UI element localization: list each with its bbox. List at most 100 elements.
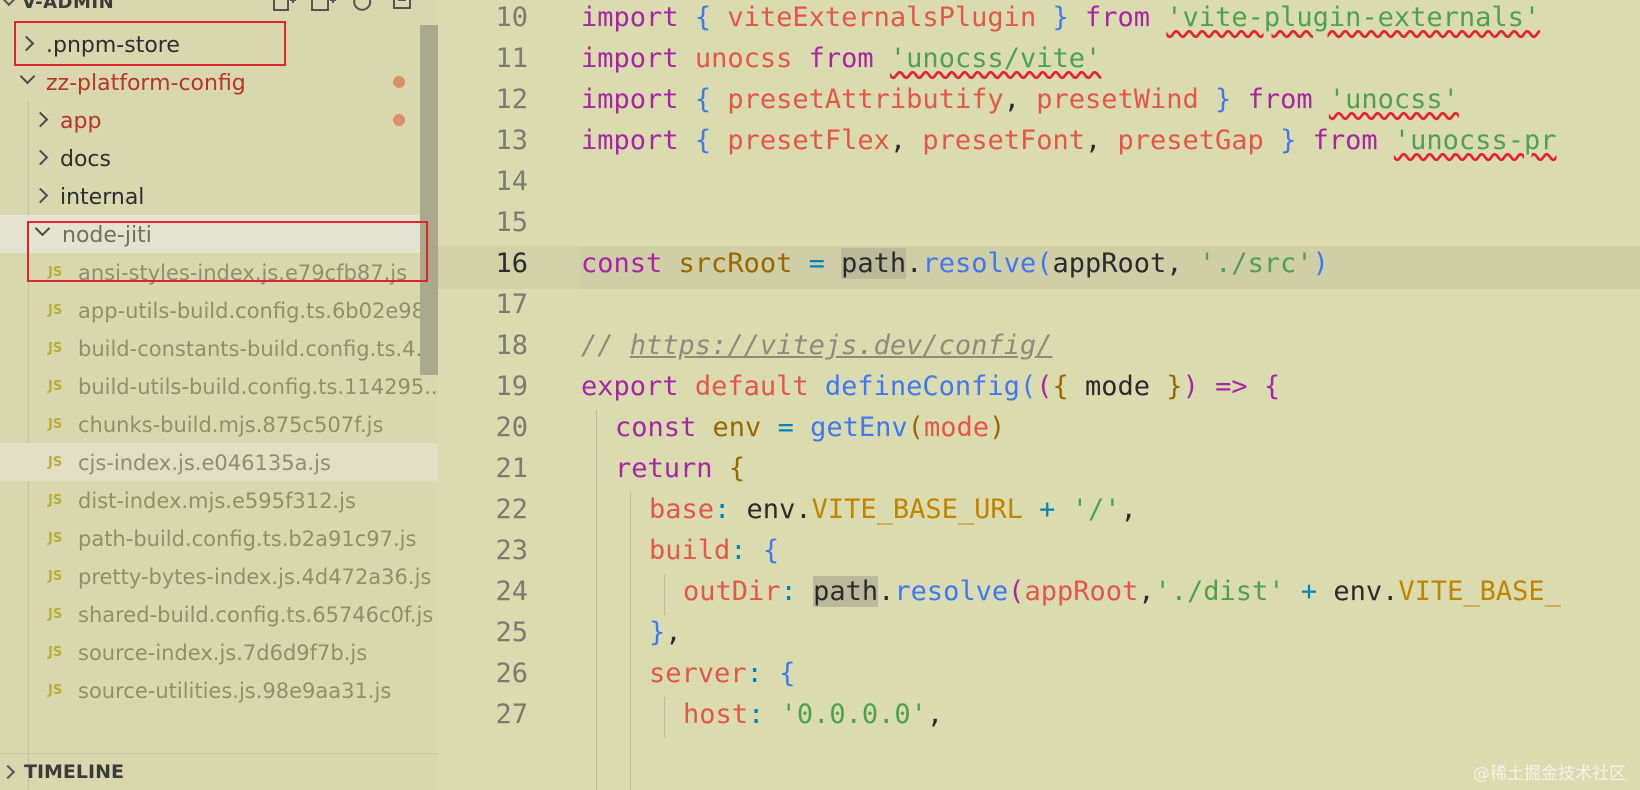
- line-number: 26: [495, 658, 528, 689]
- file-label: dist-index.mjs.e595f312.js: [78, 489, 356, 513]
- js-file-icon: JS: [48, 303, 63, 318]
- watermark: @稀土掘金技术社区: [1473, 764, 1626, 784]
- folder-label: internal: [60, 185, 145, 210]
- line-number: 11: [495, 43, 528, 74]
- chevron-right-icon[interactable]: [0, 764, 16, 780]
- code-line-current: 16 const srcRoot = path.resolve(appRoot,…: [438, 246, 1640, 289]
- folder-label: app: [60, 109, 102, 134]
- code-editor[interactable]: 10 import { viteExternalsPlugin } from '…: [438, 0, 1640, 790]
- timeline-title: TIMELINE: [24, 761, 124, 783]
- file-label: app-utils-build.config.ts.6b02e98...: [78, 299, 438, 323]
- file-label: build-utils-build.config.ts.114295...: [78, 375, 438, 399]
- code-text: import { presetFlex, presetFont, presetG…: [581, 125, 1557, 156]
- chevron-down-icon[interactable]: [1, 0, 17, 7]
- line-number: 19: [495, 371, 528, 402]
- line-number: 23: [495, 535, 528, 566]
- js-file-icon: JS: [48, 531, 63, 546]
- modified-dot-icon: [393, 76, 405, 88]
- line-number: 17: [495, 289, 528, 320]
- new-file-icon[interactable]: [270, 0, 296, 14]
- code-line: 18 // https://vitejs.dev/config/: [438, 328, 1640, 371]
- chevron-right-icon[interactable]: [32, 149, 49, 166]
- annotation-box-node-jiti: [27, 221, 428, 282]
- tree-file[interactable]: JS source-utilities.js.98e9aa31.js: [0, 671, 438, 709]
- code-text: outDir: path.resolve(appRoot,'./dist' + …: [683, 576, 1561, 607]
- indent-guide: [596, 410, 597, 790]
- refresh-icon[interactable]: [350, 0, 376, 14]
- file-label: cjs-index.js.e046135a.js: [78, 451, 331, 475]
- file-label: source-index.js.7d6d9f7b.js: [78, 641, 368, 665]
- code-text: build: {: [649, 535, 780, 566]
- line-number: 20: [495, 412, 528, 443]
- code-line: 25 },: [438, 615, 1640, 658]
- code-text: base: env.VITE_BASE_URL + '/',: [649, 494, 1137, 525]
- code-line: 17: [438, 287, 1640, 330]
- code-line: 20 const env = getEnv(mode): [438, 410, 1640, 453]
- line-number: 24: [495, 576, 528, 607]
- chevron-right-icon[interactable]: [32, 111, 49, 128]
- tree-folder-docs[interactable]: docs: [0, 139, 438, 177]
- tree-file[interactable]: JS source-index.js.7d6d9f7b.js: [0, 633, 438, 671]
- tree-file[interactable]: JS pretty-bytes-index.js.4d472a36.js: [0, 557, 438, 595]
- line-number: 22: [495, 494, 528, 525]
- code-text: import { presetAttributify, presetWind }…: [581, 84, 1459, 115]
- code-line: 10 import { viteExternalsPlugin } from '…: [438, 0, 1640, 43]
- folder-label: docs: [60, 147, 111, 172]
- tree-file[interactable]: JS chunks-build.mjs.875c507f.js: [0, 405, 438, 443]
- js-file-icon: JS: [48, 379, 63, 394]
- tree-file[interactable]: JS dist-index.mjs.e595f312.js: [0, 481, 438, 519]
- comment-link[interactable]: https://vitejs.dev/config/: [630, 330, 1053, 361]
- chevron-down-icon[interactable]: [19, 68, 36, 85]
- indent-guide: [664, 697, 665, 738]
- code-text: const srcRoot = path.resolve(appRoot, '.…: [581, 248, 1329, 279]
- code-text: import { viteExternalsPlugin } from 'vit…: [581, 2, 1541, 33]
- js-file-icon: JS: [48, 645, 63, 660]
- tree-file[interactable]: JS path-build.config.ts.b2a91c97.js: [0, 519, 438, 557]
- code-text: const env = getEnv(mode): [615, 412, 1006, 443]
- timeline-section[interactable]: TIMELINE: [0, 753, 438, 790]
- tree-file[interactable]: JS build-utils-build.config.ts.114295...: [0, 367, 438, 405]
- code-comment: // https://vitejs.dev/config/: [581, 330, 1053, 361]
- new-folder-icon[interactable]: [310, 0, 336, 14]
- code-text: host: '0.0.0.0',: [683, 699, 944, 730]
- code-text: },: [649, 617, 682, 648]
- line-number: 18: [495, 330, 528, 361]
- folder-label: zz-platform-config: [46, 71, 246, 96]
- tree-file[interactable]: JS build-constants-build.config.ts.4...: [0, 329, 438, 367]
- file-label: path-build.config.ts.b2a91c97.js: [78, 527, 417, 551]
- tree-file[interactable]: JS cjs-index.js.e046135a.js: [0, 443, 438, 481]
- collapse-all-icon[interactable]: [390, 0, 416, 14]
- indent-guide: [664, 574, 665, 615]
- line-number: 25: [495, 617, 528, 648]
- workspace-title[interactable]: V-ADMIN: [22, 0, 114, 13]
- line-number: 10: [495, 2, 528, 33]
- code-text: return {: [615, 453, 746, 484]
- tree-file[interactable]: JS app-utils-build.config.ts.6b02e98...: [0, 291, 438, 329]
- js-file-icon: JS: [48, 569, 63, 584]
- line-number: 27: [495, 699, 528, 730]
- tree-folder-internal[interactable]: internal: [0, 177, 438, 215]
- code-line: 15: [438, 205, 1640, 248]
- explorer-scrollbar[interactable]: [420, 25, 438, 375]
- js-file-icon: JS: [48, 417, 63, 432]
- line-number: 15: [495, 207, 528, 238]
- file-label: pretty-bytes-index.js.4d472a36.js: [78, 565, 432, 589]
- file-label: shared-build.config.ts.65746c0f.js: [78, 603, 434, 627]
- tree-folder-app[interactable]: app: [0, 101, 438, 139]
- tree-file[interactable]: JS shared-build.config.ts.65746c0f.js: [0, 595, 438, 633]
- code-line: 22 base: env.VITE_BASE_URL + '/',: [438, 492, 1640, 535]
- chevron-right-icon[interactable]: [32, 187, 49, 204]
- code-line: 19 export default defineConfig(({ mode }…: [438, 369, 1640, 412]
- file-label: source-utilities.js.98e9aa31.js: [78, 679, 392, 703]
- code-text: server: {: [649, 658, 796, 689]
- explorer-actions: [270, 0, 416, 14]
- tree-folder-zz-platform-config[interactable]: zz-platform-config: [0, 63, 438, 101]
- line-number-active: 16: [495, 248, 528, 279]
- code-line: 13 import { presetFlex, presetFont, pres…: [438, 123, 1640, 166]
- modified-dot-icon: [393, 114, 405, 126]
- line-number: 12: [495, 84, 528, 115]
- js-file-icon: JS: [48, 683, 63, 698]
- code-line: 26 server: {: [438, 656, 1640, 699]
- line-number: 14: [495, 166, 528, 197]
- file-label: build-constants-build.config.ts.4...: [78, 337, 436, 361]
